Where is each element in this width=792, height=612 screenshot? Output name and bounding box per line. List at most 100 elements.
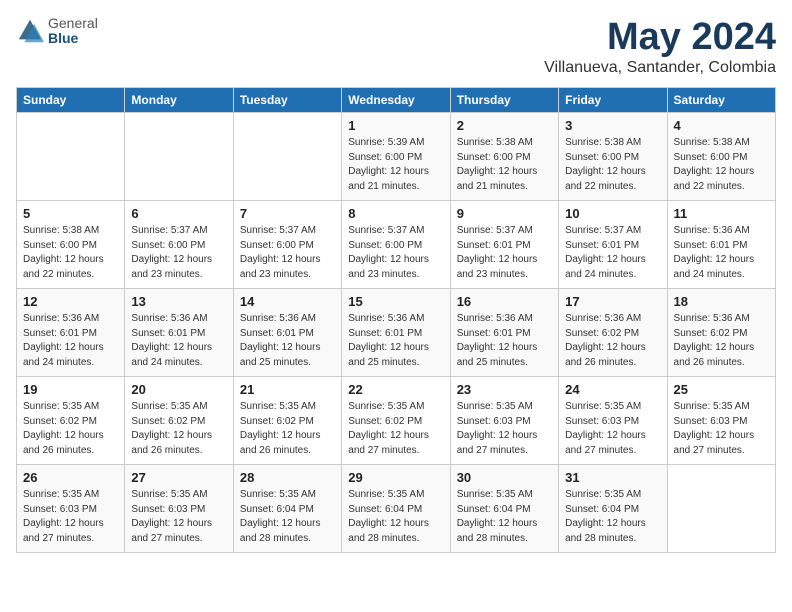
day-info: Sunrise: 5:35 AMSunset: 6:03 PMDaylight:… [131, 488, 226, 546]
day-number: 22 [348, 382, 443, 397]
calendar-cell: 22 Sunrise: 5:35 AMSunset: 6:02 PMDayligh… [342, 377, 450, 465]
day-info: Sunrise: 5:38 AMSunset: 6:00 PMDaylight:… [565, 136, 660, 194]
day-info: Sunrise: 5:36 AMSunset: 6:01 PMDaylight:… [23, 312, 118, 370]
calendar-cell: 5 Sunrise: 5:38 AMSunset: 6:00 PMDaylight… [17, 201, 125, 289]
day-info: Sunrise: 5:37 AMSunset: 6:01 PMDaylight:… [565, 224, 660, 282]
calendar-cell: 13 Sunrise: 5:36 AMSunset: 6:01 PMDayligh… [125, 289, 233, 377]
day-info: Sunrise: 5:35 AMSunset: 6:02 PMDaylight:… [23, 400, 118, 458]
calendar-cell: 17Sunrise: 5:36 AMSunset: 6:02 PMDayligh… [559, 289, 667, 377]
day-info: Sunrise: 5:36 AMSunset: 6:01 PMDaylight:… [240, 312, 335, 370]
calendar-cell: 27 Sunrise: 5:35 AMSunset: 6:03 PMDayligh… [125, 465, 233, 553]
day-number: 1 [348, 118, 443, 133]
day-info: Sunrise: 5:36 AMSunset: 6:02 PMDaylight:… [565, 312, 660, 370]
day-info: Sunrise: 5:36 AMSunset: 6:01 PMDaylight:… [674, 224, 769, 282]
calendar-cell: 24 Sunrise: 5:35 AMSunset: 6:03 PMDayligh… [559, 377, 667, 465]
day-info: Sunrise: 5:36 AMSunset: 6:01 PMDaylight:… [131, 312, 226, 370]
day-info: Sunrise: 5:35 AMSunset: 6:03 PMDaylight:… [457, 400, 552, 458]
day-number: 24 [565, 382, 660, 397]
day-number: 3 [565, 118, 660, 133]
day-info: Sunrise: 5:35 AMSunset: 6:02 PMDaylight:… [131, 400, 226, 458]
day-info: Sunrise: 5:35 AMSunset: 6:02 PMDaylight:… [240, 400, 335, 458]
calendar-cell: 6 Sunrise: 5:37 AMSunset: 6:00 PMDaylight… [125, 201, 233, 289]
day-number: 12 [23, 294, 118, 309]
calendar-cell: 3 Sunrise: 5:38 AMSunset: 6:00 PMDaylight… [559, 113, 667, 201]
day-info: Sunrise: 5:38 AMSunset: 6:00 PMDaylight:… [457, 136, 552, 194]
weekday-header-thursday: Thursday [450, 88, 558, 113]
day-number: 5 [23, 206, 118, 221]
calendar-cell: 30 Sunrise: 5:35 AMSunset: 6:04 PMDayligh… [450, 465, 558, 553]
day-info: Sunrise: 5:37 AMSunset: 6:00 PMDaylight:… [131, 224, 226, 282]
day-number: 6 [131, 206, 226, 221]
calendar-week-1: 1 Sunrise: 5:39 AMSunset: 6:00 PMDaylight… [17, 113, 776, 201]
calendar-cell: 16Sunrise: 5:36 AMSunset: 6:01 PMDayligh… [450, 289, 558, 377]
calendar-cell: 8Sunrise: 5:37 AMSunset: 6:00 PMDaylight… [342, 201, 450, 289]
day-number: 27 [131, 470, 226, 485]
day-number: 25 [674, 382, 769, 397]
calendar-cell [233, 113, 341, 201]
day-info: Sunrise: 5:35 AMSunset: 6:04 PMDaylight:… [348, 488, 443, 546]
day-number: 7 [240, 206, 335, 221]
calendar-cell: 7Sunrise: 5:37 AMSunset: 6:00 PMDaylight… [233, 201, 341, 289]
weekday-header-sunday: Sunday [17, 88, 125, 113]
day-number: 14 [240, 294, 335, 309]
calendar-cell: 25Sunrise: 5:35 AMSunset: 6:03 PMDayligh… [667, 377, 775, 465]
weekday-header-friday: Friday [559, 88, 667, 113]
day-info: Sunrise: 5:35 AMSunset: 6:04 PMDaylight:… [565, 488, 660, 546]
calendar-cell: 26 Sunrise: 5:35 AMSunset: 6:03 PMDayligh… [17, 465, 125, 553]
day-info: Sunrise: 5:38 AMSunset: 6:00 PMDaylight:… [674, 136, 769, 194]
day-number: 21 [240, 382, 335, 397]
day-number: 29 [348, 470, 443, 485]
calendar-cell: 19Sunrise: 5:35 AMSunset: 6:02 PMDayligh… [17, 377, 125, 465]
day-number: 4 [674, 118, 769, 133]
weekday-header-monday: Monday [125, 88, 233, 113]
calendar-cell: 21 Sunrise: 5:35 AMSunset: 6:02 PMDayligh… [233, 377, 341, 465]
calendar-week-2: 5 Sunrise: 5:38 AMSunset: 6:00 PMDaylight… [17, 201, 776, 289]
day-number: 31 [565, 470, 660, 485]
weekday-header-row: SundayMondayTuesdayWednesdayThursdayFrid… [17, 88, 776, 113]
calendar-cell: 20Sunrise: 5:35 AMSunset: 6:02 PMDayligh… [125, 377, 233, 465]
calendar-title: May 2024 [544, 16, 776, 59]
calendar-cell: 2Sunrise: 5:38 AMSunset: 6:00 PMDaylight… [450, 113, 558, 201]
logo-text: General Blue [48, 16, 98, 47]
day-number: 13 [131, 294, 226, 309]
day-number: 30 [457, 470, 552, 485]
calendar-cell: 11 Sunrise: 5:36 AMSunset: 6:01 PMDayligh… [667, 201, 775, 289]
day-info: Sunrise: 5:38 AMSunset: 6:00 PMDaylight:… [23, 224, 118, 282]
logo-general: General [48, 16, 98, 31]
calendar-cell: 12 Sunrise: 5:36 AMSunset: 6:01 PMDayligh… [17, 289, 125, 377]
weekday-header-saturday: Saturday [667, 88, 775, 113]
day-info: Sunrise: 5:35 AMSunset: 6:03 PMDaylight:… [23, 488, 118, 546]
calendar-week-5: 26 Sunrise: 5:35 AMSunset: 6:03 PMDayligh… [17, 465, 776, 553]
day-info: Sunrise: 5:39 AMSunset: 6:00 PMDaylight:… [348, 136, 443, 194]
day-number: 8 [348, 206, 443, 221]
day-number: 16 [457, 294, 552, 309]
calendar-cell: 4 Sunrise: 5:38 AMSunset: 6:00 PMDaylight… [667, 113, 775, 201]
day-info: Sunrise: 5:36 AMSunset: 6:01 PMDaylight:… [348, 312, 443, 370]
day-number: 28 [240, 470, 335, 485]
calendar-week-3: 12 Sunrise: 5:36 AMSunset: 6:01 PMDayligh… [17, 289, 776, 377]
logo: General Blue [16, 16, 98, 47]
calendar-table: SundayMondayTuesdayWednesdayThursdayFrid… [16, 87, 776, 553]
day-info: Sunrise: 5:35 AMSunset: 6:02 PMDaylight:… [348, 400, 443, 458]
day-number: 9 [457, 206, 552, 221]
title-block: May 2024 Villanueva, Santander, Colombia [544, 16, 776, 77]
day-number: 11 [674, 206, 769, 221]
logo-icon [16, 17, 44, 45]
weekday-header-wednesday: Wednesday [342, 88, 450, 113]
calendar-cell: 10Sunrise: 5:37 AMSunset: 6:01 PMDayligh… [559, 201, 667, 289]
logo-blue: Blue [48, 31, 98, 46]
page-header: General Blue May 2024 Villanueva, Santan… [16, 16, 776, 77]
calendar-cell: 15Sunrise: 5:36 AMSunset: 6:01 PMDayligh… [342, 289, 450, 377]
calendar-cell [125, 113, 233, 201]
calendar-cell: 31 Sunrise: 5:35 AMSunset: 6:04 PMDayligh… [559, 465, 667, 553]
calendar-cell [17, 113, 125, 201]
day-number: 26 [23, 470, 118, 485]
calendar-cell: 1 Sunrise: 5:39 AMSunset: 6:00 PMDaylight… [342, 113, 450, 201]
calendar-cell: 29 Sunrise: 5:35 AMSunset: 6:04 PMDayligh… [342, 465, 450, 553]
calendar-cell: 9Sunrise: 5:37 AMSunset: 6:01 PMDaylight… [450, 201, 558, 289]
calendar-location: Villanueva, Santander, Colombia [544, 59, 776, 77]
day-info: Sunrise: 5:35 AMSunset: 6:03 PMDaylight:… [565, 400, 660, 458]
calendar-cell [667, 465, 775, 553]
day-info: Sunrise: 5:35 AMSunset: 6:04 PMDaylight:… [457, 488, 552, 546]
day-info: Sunrise: 5:35 AMSunset: 6:04 PMDaylight:… [240, 488, 335, 546]
